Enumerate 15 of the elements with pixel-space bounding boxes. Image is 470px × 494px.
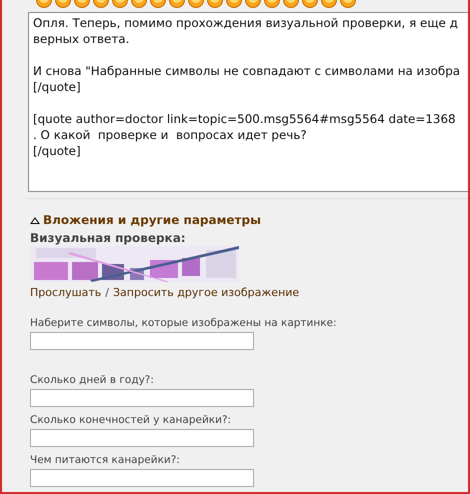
section-title[interactable]: Вложения и другие параметры — [43, 213, 261, 227]
collapse-icon[interactable] — [30, 216, 40, 224]
field-label: Сколько дней в году?: — [30, 374, 155, 386]
captcha-title: Визуальная проверка: — [30, 231, 187, 245]
message-field[interactable]: Опля. Теперь, помимо прохождения визуальной проверки, я еще д верных ответа. И снова "Набранные символы не совпадают с символами на изобра [/quote] [quote author=doctor link=topic=500.msg5564#msg5564 date=1368 . О какой проверке и вопросах идет речь? [/quote] — [28, 12, 468, 192]
input-field[interactable] — [30, 389, 254, 407]
link-separator: / — [105, 286, 109, 299]
input-field[interactable] — [30, 469, 254, 487]
input-field[interactable] — [30, 429, 254, 447]
field-label: Сколько конечностей у канарейки?: — [30, 414, 232, 426]
field-label: Чем питаются канарейки?: — [30, 454, 181, 466]
field-label: Наберите символы, которые изображены на картинке: — [30, 317, 338, 329]
input-field[interactable] — [30, 332, 254, 350]
refresh-link[interactable]: Запросить другое изображение — [113, 286, 300, 299]
listen-link[interactable]: Прослушать — [30, 286, 102, 299]
